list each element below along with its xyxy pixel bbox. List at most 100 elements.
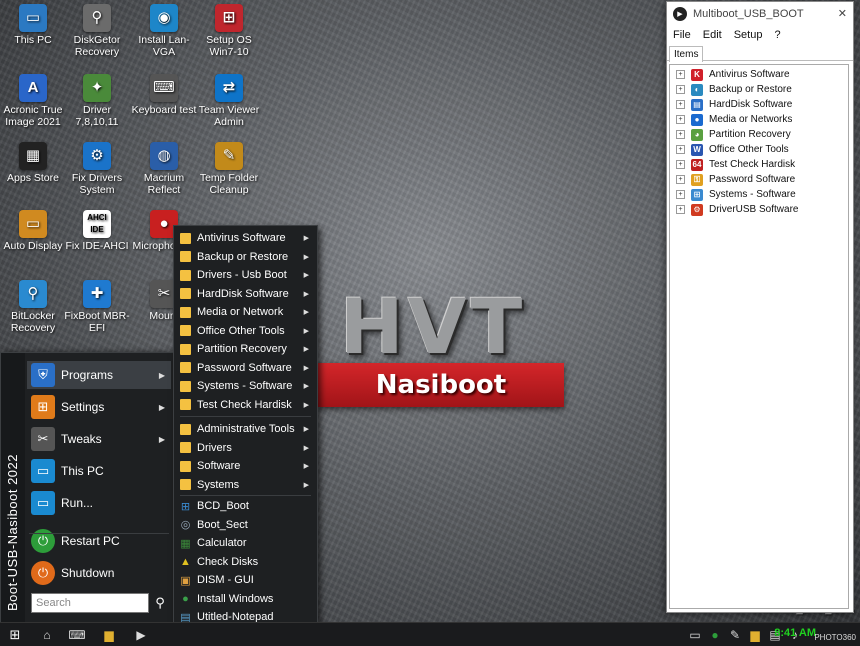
tree-item[interactable]: +64 Test Check Hardisk bbox=[676, 157, 795, 172]
tree-item[interactable]: + ▤ HardDisk Software bbox=[676, 97, 792, 112]
desktop-icon-4[interactable]: A Acronic True Image 2021 bbox=[0, 74, 66, 128]
expand-icon[interactable]: + bbox=[676, 70, 685, 79]
submenu-app-item[interactable]: ▲ Check Disks bbox=[176, 553, 315, 571]
app-icon: ▦ bbox=[180, 537, 191, 550]
tab-items[interactable]: Items bbox=[669, 46, 704, 62]
submenu-folder-item[interactable]: Antivirus Software ▶ bbox=[176, 229, 315, 247]
network-settings-icon[interactable]: ⌂ bbox=[34, 624, 60, 645]
expand-icon[interactable]: + bbox=[676, 205, 685, 214]
submenu-folder-item[interactable]: Systems ▶ bbox=[176, 476, 315, 494]
desktop-icon-16[interactable]: ✚ FixBoot MBR-EFI bbox=[64, 280, 130, 334]
tree-item-icon: ⊞ bbox=[691, 188, 703, 201]
desktop-shortcut-icon: ⊞ bbox=[215, 4, 243, 32]
desktop-icon-5[interactable]: ✦ Driver 7,8,10,11 bbox=[64, 74, 130, 128]
start-menu-item[interactable]: ⏻ Restart PC bbox=[27, 527, 171, 555]
menu-item[interactable]: Edit bbox=[703, 29, 722, 41]
submenu-folder-item[interactable]: Password Software ▶ bbox=[176, 359, 315, 377]
menu-item[interactable]: ? bbox=[774, 29, 780, 41]
desktop-shortcut-icon: ✦ bbox=[83, 74, 111, 102]
start-menu-item[interactable]: ▭ Run... bbox=[27, 489, 171, 517]
desktop-icon-0[interactable]: ▭ This PC bbox=[0, 4, 66, 46]
tree-item[interactable]: + W Office Other Tools bbox=[676, 142, 789, 157]
start-button-windows-icon[interactable]: ⊞ bbox=[2, 624, 28, 645]
desktop-icon-3[interactable]: ⊞ Setup OS Win7-10 bbox=[196, 4, 262, 58]
submenu-folder-item[interactable]: Test Check Hardisk ▶ bbox=[176, 396, 315, 414]
submenu-folder-item[interactable]: Administrative Tools ▶ bbox=[176, 420, 315, 438]
tree-item[interactable]: + ⚿ Password Software bbox=[676, 172, 795, 187]
tree-item[interactable]: + ◐ Backup or Restore bbox=[676, 82, 792, 97]
tree-item[interactable]: + ◕ Partition Recovery bbox=[676, 127, 791, 142]
tree-item[interactable]: + ⊞ Systems - Software bbox=[676, 187, 796, 202]
submenu-folder-item[interactable]: Software ▶ bbox=[176, 457, 315, 475]
file-explorer-icon[interactable]: ▆ bbox=[96, 624, 122, 645]
desktop-icon-8[interactable]: ▦ Apps Store bbox=[0, 142, 66, 184]
desktop-icon-6[interactable]: ⌨ Keyboard test bbox=[131, 74, 197, 116]
expand-icon[interactable]: + bbox=[676, 85, 685, 94]
start-menu-item[interactable]: ⊞ Settings ▶ bbox=[27, 393, 171, 421]
expand-icon[interactable]: + bbox=[676, 115, 685, 124]
submenu-item-label: Boot_Sect bbox=[197, 518, 248, 531]
start-menu-item-label: Shutdown bbox=[61, 566, 115, 580]
items-tree: + K Antivirus Software + ◐ Backup or Restore +… bbox=[669, 64, 849, 609]
start-menu-item[interactable]: ✂ Tweaks ▶ bbox=[27, 425, 171, 453]
submenu-app-item[interactable]: ▦ Calculator bbox=[176, 534, 315, 552]
submenu-folder-item[interactable]: Backup or Restore ▶ bbox=[176, 248, 315, 266]
start-menu-search-input[interactable]: Search bbox=[31, 593, 149, 613]
taskbar: ⊞ ⌂ ⌨ ▆ ▶ ▭ ● ✎ ▆ ▤ ♪ 8:41 AM PHOTO360 bbox=[0, 622, 860, 646]
expand-icon[interactable]: + bbox=[676, 190, 685, 199]
taskbar-clock[interactable]: 8:41 AM bbox=[774, 627, 816, 639]
desktop-icon-label: Acronic True Image 2021 bbox=[3, 104, 63, 128]
expand-icon[interactable]: + bbox=[676, 130, 685, 139]
start-menu-item[interactable]: ⛨ Programs ▶ bbox=[27, 361, 171, 389]
submenu-app-item[interactable]: ▣ DISM - GUI bbox=[176, 571, 315, 589]
desktop-icon-11[interactable]: ✎ Temp Folder Cleanup bbox=[196, 142, 262, 196]
expand-icon[interactable]: + bbox=[676, 175, 685, 184]
submenu-folder-item[interactable]: HardDisk Software ▶ bbox=[176, 285, 315, 303]
close-icon[interactable]: ✕ bbox=[838, 7, 847, 20]
submenu-folder-item[interactable]: Media or Network ▶ bbox=[176, 303, 315, 321]
desktop-icon-9[interactable]: ⚙ Fix Drivers System bbox=[64, 142, 130, 196]
submenu-app-item[interactable]: ⊞ BCD_Boot bbox=[176, 497, 315, 515]
start-menu-item-label: Run... bbox=[61, 496, 94, 510]
desktop-shortcut-icon: ▦ bbox=[19, 142, 47, 170]
menu-item[interactable]: File bbox=[673, 29, 691, 41]
submenu-folder-item[interactable]: Drivers - Usb Boot ▶ bbox=[176, 266, 315, 284]
submenu-folder-item[interactable]: Partition Recovery ▶ bbox=[176, 340, 315, 358]
media-play-icon[interactable]: ▶ bbox=[128, 624, 154, 645]
submenu-folder-item[interactable]: Drivers ▶ bbox=[176, 439, 315, 457]
desktop-icon-13[interactable]: AHCI IDE Fix IDE-AHCI bbox=[64, 210, 130, 252]
search-icon[interactable]: ⚲ bbox=[151, 594, 169, 612]
start-menu-item-label: Programs bbox=[61, 368, 114, 382]
desktop-icon-label: Apps Store bbox=[7, 172, 59, 184]
desktop-icon-2[interactable]: ◉ Install Lan-VGA bbox=[131, 4, 197, 58]
menu-item[interactable]: Setup bbox=[734, 29, 763, 41]
tree-item[interactable]: + K Antivirus Software bbox=[676, 67, 790, 82]
window-title-bar: ▶ Multiboot_USB_BOOT ✕ bbox=[667, 2, 853, 26]
expand-icon[interactable]: + bbox=[676, 100, 685, 109]
folder-icon bbox=[180, 460, 191, 472]
desktop-icon-12[interactable]: ▭ Auto Display bbox=[0, 210, 66, 252]
tree-item[interactable]: + ● Media or Networks bbox=[676, 112, 792, 127]
app-icon: ▲ bbox=[180, 555, 191, 568]
submenu-item-label: BCD_Boot bbox=[197, 500, 249, 512]
desktop-icon-label: FixBoot MBR-EFI bbox=[64, 310, 130, 334]
tree-item[interactable]: + ⚙ DriverUSB Software bbox=[676, 202, 798, 217]
folder-icon bbox=[180, 362, 191, 373]
start-menu-item[interactable]: ▭ This PC bbox=[27, 457, 171, 485]
app-play-icon: ▶ bbox=[673, 7, 687, 21]
expand-icon[interactable]: + bbox=[676, 145, 685, 154]
submenu-app-item[interactable]: ● Install Windows bbox=[176, 590, 315, 608]
start-menu-item[interactable]: ⏻ Shutdown bbox=[27, 559, 171, 587]
desktop-icon-15[interactable]: ⚲ BitLocker Recovery bbox=[0, 280, 66, 334]
desktop-icon-10[interactable]: ◍ Macrium Reflect bbox=[131, 142, 197, 196]
desktop-shortcut-icon: A bbox=[19, 74, 47, 102]
submenu-app-item[interactable]: ◎ Boot_Sect bbox=[176, 516, 315, 534]
keyboard-icon[interactable]: ⌨ bbox=[64, 624, 90, 645]
desktop-icon-7[interactable]: ⇄ Team Viewer Admin bbox=[196, 74, 262, 128]
expand-icon[interactable]: + bbox=[676, 160, 685, 169]
chevron-right-icon: ▶ bbox=[303, 309, 309, 316]
submenu-folder-item[interactable]: Systems - Software ▶ bbox=[176, 377, 315, 395]
start-menu: Boot-USB-Nasiboot 2022 ⛨ Programs ▶ ⊞ Settin… bbox=[0, 352, 175, 624]
submenu-folder-item[interactable]: Office Other Tools ▶ bbox=[176, 322, 315, 340]
desktop-icon-1[interactable]: ⚲ DiskGetor Recovery bbox=[64, 4, 130, 58]
